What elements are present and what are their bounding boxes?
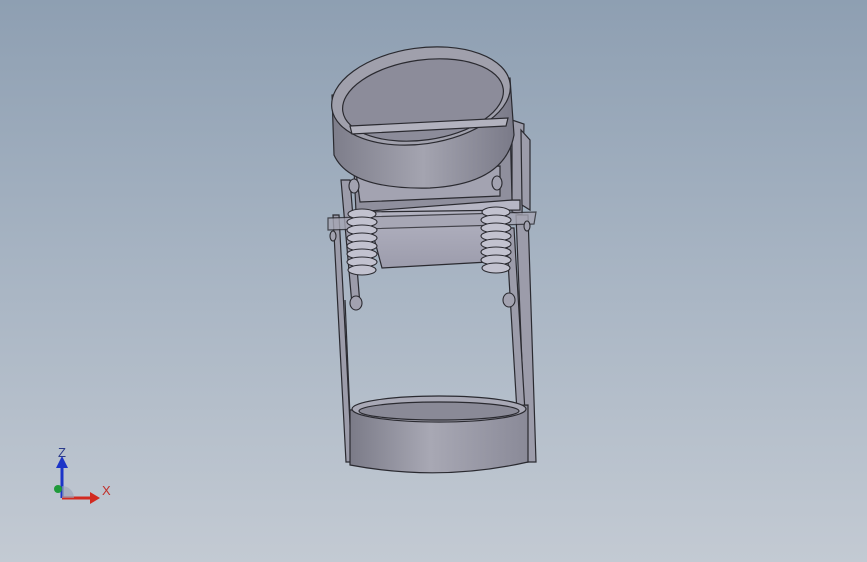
triad-axes-icon [54,456,100,504]
3d-model[interactable] [0,0,867,562]
graphics-viewport[interactable]: Z X [0,0,867,562]
left-spring [346,208,378,276]
top-ring [331,46,515,189]
orientation-triad: Z X [40,440,130,510]
right-spring [480,206,512,274]
lower-cup [349,395,529,474]
y-axis-dot [54,485,62,493]
z-axis-label: Z [58,445,66,460]
x-arrow-icon [90,492,100,504]
x-axis-label: X [102,483,111,498]
